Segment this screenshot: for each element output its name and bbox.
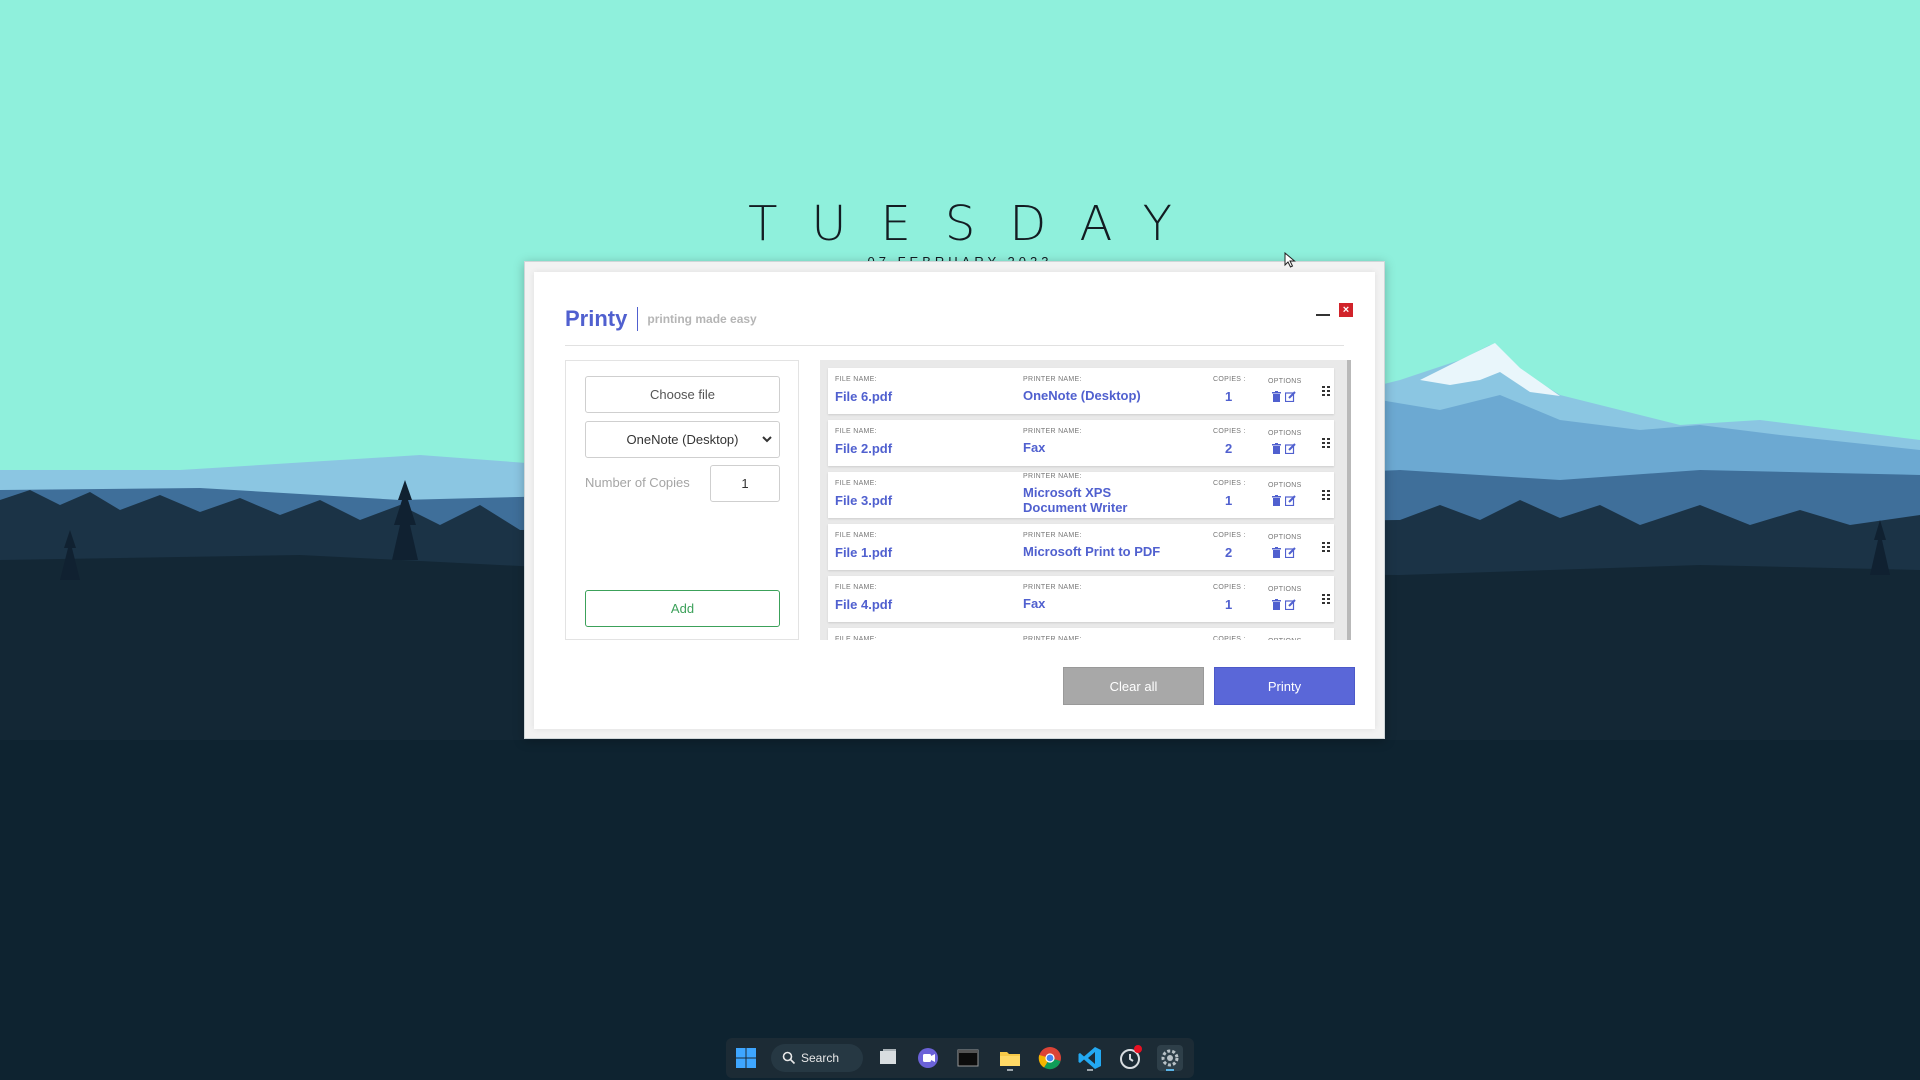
file-name-label: FILE NAME: [835, 636, 877, 640]
file-name-value: File 2.pdf [835, 441, 893, 456]
printer-name-label: PRINTER NAME: [1023, 428, 1082, 435]
choose-file-button[interactable]: Choose file [585, 376, 780, 413]
edit-icon[interactable] [1285, 599, 1296, 610]
drag-handle-icon[interactable] [1322, 438, 1330, 448]
terminal-icon[interactable] [954, 1044, 982, 1072]
desktop-day-label: TUESDAY [748, 196, 1206, 252]
printer-name-label: PRINTER NAME: [1023, 473, 1082, 480]
job-row: FILE NAME: File 4.pdf PRINTER NAME: Fax … [828, 576, 1334, 622]
file-name-label: FILE NAME: [835, 428, 877, 435]
printer-name-value: Fax [1023, 596, 1046, 611]
file-name-label: FILE NAME: [835, 584, 877, 591]
drag-handle-icon[interactable] [1322, 490, 1330, 500]
window-content: Printy printing made easy × Choose file … [534, 272, 1375, 729]
options-label: OPTIONS [1268, 482, 1302, 489]
window-header: Printy printing made easy [565, 306, 757, 332]
trash-icon[interactable] [1271, 547, 1282, 558]
drag-handle-icon[interactable] [1322, 386, 1330, 396]
options-label: OPTIONS [1268, 586, 1302, 593]
taskbar: Search [726, 1038, 1194, 1078]
edit-icon[interactable] [1285, 391, 1296, 402]
app-subtitle: printing made easy [647, 312, 757, 326]
file-name-value: File 3.pdf [835, 493, 893, 508]
copies-value: 1 [1225, 389, 1233, 404]
printer-name-label: PRINTER NAME: [1023, 584, 1082, 591]
task-view-icon[interactable] [874, 1044, 902, 1072]
trash-icon[interactable] [1271, 495, 1282, 506]
printer-name-value: OneNote (Desktop) [1023, 388, 1141, 403]
settings-icon[interactable] [1156, 1044, 1184, 1072]
printy-button[interactable]: Printy [1214, 667, 1355, 705]
file-name-value: File 4.pdf [835, 597, 893, 612]
printer-name-label: PRINTER NAME: [1023, 376, 1082, 383]
drag-handle-icon[interactable] [1322, 542, 1330, 552]
print-job-list[interactable]: FILE NAME: File 6.pdf PRINTER NAME: OneN… [820, 360, 1351, 640]
job-row: FILE NAME: File 6.pdf PRINTER NAME: OneN… [828, 368, 1334, 414]
job-row: FILE NAME: File 1.pdf PRINTER NAME: Micr… [828, 524, 1334, 570]
edit-icon[interactable] [1285, 547, 1296, 558]
copies-label: Number of Copies [585, 475, 690, 490]
options-label: OPTIONS [1268, 430, 1302, 437]
printer-name-value: Microsoft Print to PDF [1023, 544, 1161, 559]
add-job-form: Choose file OneNote (Desktop) Number of … [565, 360, 799, 640]
copies-value: 1 [1225, 597, 1233, 612]
close-icon: × [1342, 304, 1350, 316]
printer-name-label: PRINTER NAME: [1023, 532, 1082, 539]
close-button[interactable]: × [1339, 303, 1353, 317]
taskbar-search[interactable]: Search [771, 1044, 863, 1072]
vscode-icon[interactable] [1076, 1044, 1104, 1072]
file-name-value: File 6.pdf [835, 389, 893, 404]
header-divider [565, 345, 1344, 346]
edit-icon[interactable] [1285, 443, 1296, 454]
printy-window: Printy printing made easy × Choose file … [524, 261, 1385, 739]
search-label: Search [801, 1051, 840, 1065]
file-explorer-icon[interactable] [996, 1044, 1024, 1072]
trash-icon[interactable] [1271, 391, 1282, 402]
copies-value: 2 [1225, 545, 1233, 560]
printer-select[interactable]: OneNote (Desktop) [585, 421, 780, 458]
job-row: FILE NAME: PRINTER NAME: COPIES : OPTION… [828, 628, 1334, 640]
copies-value: 2 [1225, 441, 1233, 456]
copies-label: COPIES : [1213, 376, 1246, 383]
printer-name-value: Fax [1023, 440, 1046, 455]
copies-label: COPIES : [1213, 532, 1246, 539]
printer-select-value: OneNote (Desktop) [626, 432, 739, 447]
copies-label: COPIES : [1213, 428, 1246, 435]
copies-label: COPIES : [1213, 480, 1246, 487]
mouse-cursor-icon [1284, 252, 1296, 268]
copies-input[interactable]: 1 [710, 465, 780, 502]
clock-app-icon[interactable] [1116, 1044, 1144, 1072]
file-name-label: FILE NAME: [835, 480, 877, 487]
chrome-icon[interactable] [1036, 1044, 1064, 1072]
app-title: Printy [565, 306, 628, 331]
copies-label: COPIES : [1213, 636, 1246, 640]
printer-name-label: PRINTER NAME: [1023, 636, 1082, 640]
clear-all-button[interactable]: Clear all [1063, 667, 1204, 705]
job-row: FILE NAME: File 3.pdf PRINTER NAME: Micr… [828, 472, 1334, 518]
options-label: OPTIONS [1268, 378, 1302, 385]
chat-icon[interactable] [914, 1044, 942, 1072]
file-name-value: File 1.pdf [835, 545, 893, 560]
options-label: OPTIONS [1268, 534, 1302, 541]
minimize-button[interactable] [1315, 304, 1331, 318]
file-name-label: FILE NAME: [835, 376, 877, 383]
windows-start-icon[interactable] [732, 1044, 760, 1072]
printer-name-value: Microsoft XPS Document Writer [1023, 485, 1128, 515]
options-label: OPTIONS [1268, 638, 1302, 640]
copies-value: 1 [1225, 493, 1233, 508]
drag-handle-icon[interactable] [1322, 594, 1330, 604]
file-name-label: FILE NAME: [835, 532, 877, 539]
copies-label: COPIES : [1213, 584, 1246, 591]
add-button[interactable]: Add [585, 590, 780, 627]
header-separator [637, 307, 639, 331]
job-list-scrollbar[interactable] [1347, 360, 1351, 640]
trash-icon[interactable] [1271, 599, 1282, 610]
edit-icon[interactable] [1285, 495, 1296, 506]
search-icon [782, 1051, 796, 1065]
job-row: FILE NAME: File 2.pdf PRINTER NAME: Fax … [828, 420, 1334, 466]
trash-icon[interactable] [1271, 443, 1282, 454]
